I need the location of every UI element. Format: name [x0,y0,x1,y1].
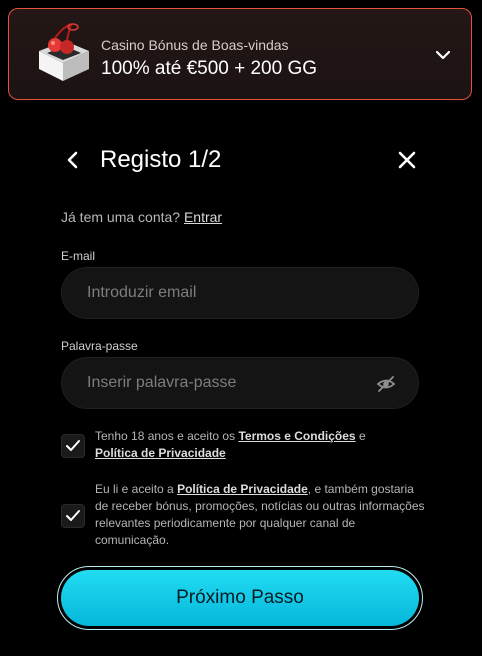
close-button[interactable] [394,146,420,174]
checkmark-icon [66,440,80,451]
cherry-box-icon [39,23,89,81]
checkmark-icon [66,510,80,521]
email-field-wrapper[interactable] [61,267,419,319]
password-field[interactable] [87,374,357,392]
terms-checkbox[interactable] [61,434,85,458]
bonus-title: 100% até €500 + 200 GG [101,58,318,79]
back-button[interactable] [60,146,86,174]
login-prompt-text: Já tem uma conta? [61,209,181,225]
consent-1-text: Tenho 18 anos e aceito os [95,429,236,443]
bonus-banner[interactable]: Casino Bónus de Boas-vindas 100% até €50… [8,8,472,100]
eye-off-icon[interactable] [376,374,396,394]
chevron-left-icon [67,151,78,169]
privacy-policy-link[interactable]: Política de Privacidade [95,446,226,460]
password-label: Palavra-passe [61,339,138,353]
email-field[interactable] [87,284,357,302]
marketing-checkbox[interactable] [61,504,85,528]
email-label: E-mail [61,249,96,263]
bonus-text: Casino Bónus de Boas-vindas 100% até €50… [101,37,317,81]
next-step-button[interactable]: Próximo Passo [61,570,419,626]
chevron-down-icon[interactable] [433,45,453,65]
bonus-subtitle: Casino Bónus de Boas-vindas [101,37,289,53]
close-icon [398,151,416,169]
consent-1-connector: e [358,429,366,443]
terms-link[interactable]: Termos e Condições [238,429,355,443]
login-link[interactable]: Entrar [184,209,222,225]
next-button-frame: Próximo Passo [57,566,423,630]
login-prompt: Já tem uma conta? Entrar [61,208,222,226]
terms-consent-text: Tenho 18 anos e aceito os Termos e Condi… [95,428,425,462]
privacy-policy-link-2[interactable]: Política de Privacidade [177,482,308,496]
consent-2-text: Eu li e aceito a [95,482,174,496]
page-title: Registo 1/2 [100,146,222,173]
password-field-wrapper[interactable] [61,357,419,409]
marketing-consent-text: Eu li e aceito a Política de Privacidade… [95,481,425,549]
